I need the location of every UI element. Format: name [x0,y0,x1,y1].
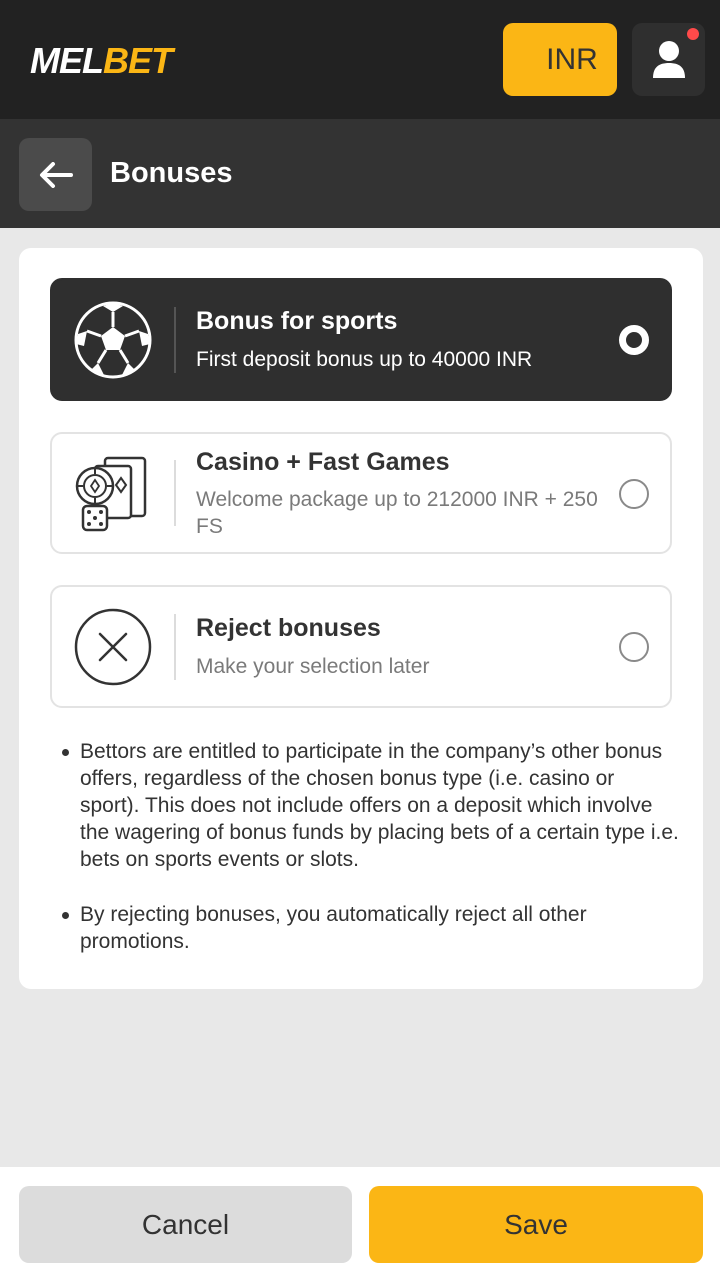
arrow-left-icon [39,161,73,188]
option-radio-selected[interactable] [619,325,649,355]
option-title: Casino + Fast Games [196,448,450,476]
note-item: By rejecting bonuses, you automatically … [59,901,679,955]
page-title: Bonuses [110,157,233,189]
option-divider [174,307,176,373]
note-item: Bettors are entitled to participate in t… [59,738,679,873]
soccer-ball-icon [72,299,154,381]
user-icon [652,40,685,78]
currency-button[interactable]: INR [503,23,617,96]
option-description: Make your selection later [196,655,430,678]
bonus-notes-list: Bettors are entitled to participate in t… [59,738,679,983]
page-header: Bonuses [0,119,720,228]
bonus-option-casino[interactable]: ♦ Casino + Fast Games Welcome package up… [50,432,672,554]
option-radio[interactable] [619,632,649,662]
logo-text-bet: BET [103,40,173,81]
option-title: Reject bonuses [196,614,381,642]
option-description: First deposit bonus up to 40000 INR [196,348,533,371]
back-button[interactable] [19,138,92,211]
logo-text-mel: MEL [30,40,104,81]
profile-button[interactable] [632,23,705,96]
option-radio[interactable] [619,479,649,509]
notification-dot [687,28,699,40]
option-description: Welcome package up to 212000 INR + 250 F… [196,488,598,538]
melbet-logo[interactable]: MELBET [30,40,173,82]
bonus-option-sports[interactable]: Bonus for sports First deposit bonus up … [50,278,672,401]
save-button[interactable]: Save [369,1186,703,1263]
option-divider [174,614,176,680]
top-bar: MELBET INR [0,0,720,119]
close-circle-icon [72,606,154,688]
cancel-button[interactable]: Cancel [19,1186,352,1263]
casino-chips-cards-dice-icon: ♦ [72,452,154,534]
footer-actions: Cancel Save [0,1167,720,1280]
option-title: Bonus for sports [196,307,398,335]
option-divider [174,460,176,526]
bonus-option-reject[interactable]: Reject bonuses Make your selection later [50,585,672,708]
bonus-selection-card: Bonus for sports First deposit bonus up … [19,248,703,989]
